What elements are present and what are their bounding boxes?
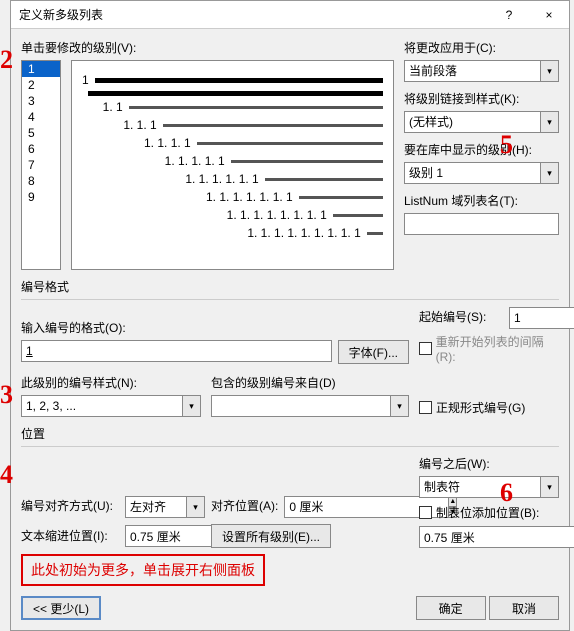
start-at-label: 起始编号(S): (419, 308, 505, 325)
preview-row: 1. 1. 1. 1. 1. 1 (82, 172, 383, 186)
enter-fmt-input[interactable] (21, 340, 332, 362)
level-item[interactable]: 6 (22, 141, 60, 157)
number-format-group: 编号格式 (21, 278, 559, 295)
preview-row: 1. 1. 1. 1. 1. 1. 1. 1 (82, 208, 383, 222)
annotation-box: 此处初始为更多，单击展开右侧面板 (21, 554, 265, 586)
tab-add-spin[interactable]: ▲▼ (419, 526, 519, 548)
chevron-down-icon[interactable]: ▾ (183, 395, 201, 417)
dialog: 定义新多级列表 ? × 单击要修改的级别(V): 123456789 1 1. … (10, 0, 570, 631)
set-all-levels-button[interactable]: 设置所有级别(E)... (211, 524, 331, 548)
level-item[interactable]: 3 (22, 93, 60, 109)
level-item[interactable]: 4 (22, 109, 60, 125)
include-prev-select[interactable]: ▾ (211, 395, 409, 417)
chevron-down-icon[interactable]: ▾ (541, 60, 559, 82)
indent-at-label: 文本缩进位置(I): (21, 527, 119, 544)
follow-label: 编号之后(W): (419, 455, 559, 472)
level-item[interactable]: 9 (22, 189, 60, 205)
chevron-down-icon[interactable]: ▾ (541, 111, 559, 133)
gallery-level-label: 要在库中显示的级别(H): (404, 141, 559, 158)
preview-row: 1. 1. 1. 1. 1 (82, 154, 383, 168)
ok-button[interactable]: 确定 (416, 596, 486, 620)
num-style-select[interactable]: 1, 2, 3, ...▾ (21, 395, 201, 417)
link-style-select[interactable]: (无样式)▾ (404, 111, 559, 133)
level-item[interactable]: 7 (22, 157, 60, 173)
apply-to-select[interactable]: 当前段落▾ (404, 60, 559, 82)
preview-row: 1. 1. 1 (82, 118, 383, 132)
preview-row: 1. 1. 1. 1 (82, 136, 383, 150)
level-item[interactable]: 2 (22, 77, 60, 93)
level-listbox[interactable]: 123456789 (21, 60, 61, 270)
legal-checkbox[interactable]: 正规形式编号(G) (419, 399, 525, 416)
tab-add-checkbox[interactable]: 制表位添加位置(B): (419, 504, 539, 521)
align-at-spin[interactable]: ▲▼ (284, 496, 364, 518)
help-button[interactable]: ? (489, 1, 529, 29)
restart-checkbox[interactable]: 重新开始列表的间隔(R): (419, 333, 559, 364)
listnum-input[interactable] (404, 213, 559, 235)
preview-pane: 1 1. 1 1. 1. 1 1. 1. 1. 1 1. 1. 1. 1. 1 … (71, 60, 394, 270)
click-level-label: 单击要修改的级别(V): (21, 39, 394, 56)
cancel-button[interactable]: 取消 (489, 596, 559, 620)
dialog-title: 定义新多级列表 (11, 6, 489, 23)
align-select[interactable]: 左对齐▾ (125, 496, 205, 518)
num-style-label: 此级别的编号样式(N): (21, 374, 201, 391)
preview-row: 1. 1. 1. 1. 1. 1. 1 (82, 190, 383, 204)
level-item[interactable]: 8 (22, 173, 60, 189)
indent-at-spin[interactable]: ▲▼ (125, 525, 205, 547)
preview-row: 1. 1 (82, 100, 383, 114)
chevron-down-icon[interactable]: ▾ (541, 162, 559, 184)
align-label: 编号对齐方式(U): (21, 497, 119, 514)
font-button[interactable]: 字体(F)... (338, 340, 409, 364)
apply-to-label: 将更改应用于(C): (404, 39, 559, 56)
preview-row (82, 91, 383, 96)
link-style-label: 将级别链接到样式(K): (404, 90, 559, 107)
preview-row: 1. 1. 1. 1. 1. 1. 1. 1. 1 (82, 226, 383, 240)
level-item[interactable]: 1 (22, 61, 60, 77)
listnum-label: ListNum 域列表名(T): (404, 192, 559, 209)
titlebar: 定义新多级列表 ? × (11, 1, 569, 29)
align-at-label: 对齐位置(A): (211, 497, 278, 514)
less-button[interactable]: << 更少(L) (21, 596, 101, 620)
preview-row: 1 (82, 73, 383, 87)
chevron-down-icon[interactable]: ▾ (187, 496, 205, 518)
start-at-spin[interactable]: ▲▼ (509, 307, 559, 329)
gallery-level-select[interactable]: 级别 1▾ (404, 162, 559, 184)
enter-fmt-label: 输入编号的格式(O): (21, 319, 409, 336)
chevron-down-icon[interactable]: ▾ (541, 476, 559, 498)
include-prev-label: 包含的级别编号来自(D) (211, 374, 409, 391)
position-group: 位置 (21, 425, 559, 442)
chevron-down-icon[interactable]: ▾ (391, 395, 409, 417)
level-item[interactable]: 5 (22, 125, 60, 141)
close-button[interactable]: × (529, 1, 569, 29)
follow-select[interactable]: 制表符▾ (419, 476, 559, 498)
